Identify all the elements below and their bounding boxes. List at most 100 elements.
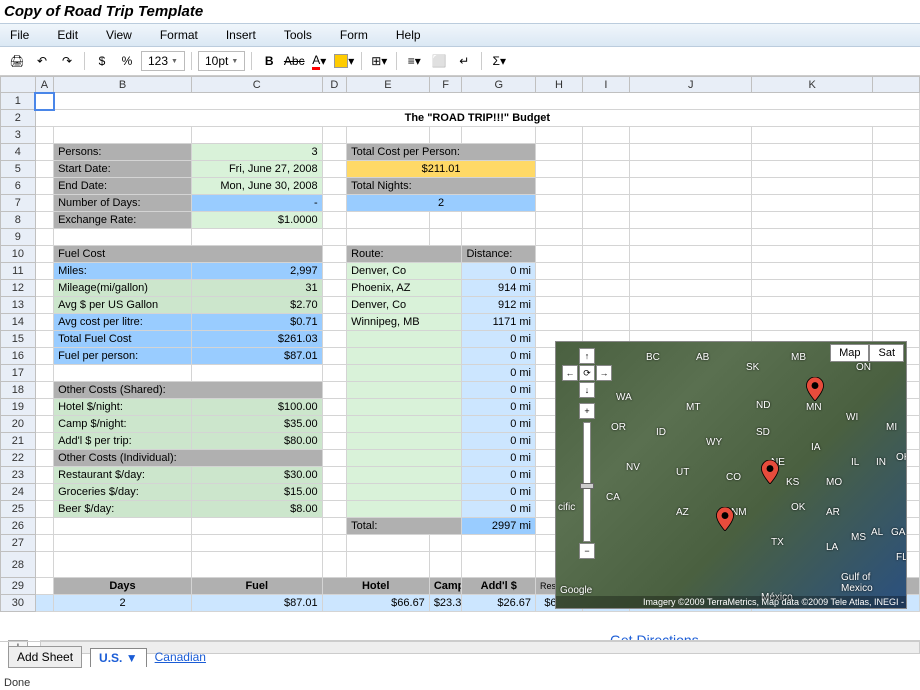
cell-label[interactable]: Hotel $/night: (54, 399, 192, 416)
format-currency[interactable]: $ (91, 50, 113, 72)
borders-icon[interactable]: ⊞▾ (368, 50, 390, 72)
cell-value[interactable]: Mon, June 30, 2008 (191, 178, 322, 195)
cell-label[interactable]: Route: (347, 246, 462, 263)
row-header[interactable]: 4 (1, 144, 36, 161)
cell-value[interactable]: $15.00 (191, 484, 322, 501)
cell-label[interactable]: Exchange Rate: (54, 212, 192, 229)
row-header[interactable]: 28 (1, 552, 36, 578)
route-dist[interactable]: 0 mi (462, 348, 536, 365)
cell-label[interactable]: Restaurant $/day: (54, 467, 192, 484)
row-header[interactable]: 1 (1, 93, 36, 110)
align-icon[interactable]: ≡▾ (403, 50, 425, 72)
cell-label[interactable]: Start Date: (54, 161, 192, 178)
route-dist[interactable]: 0 mi (462, 484, 536, 501)
recenter-icon[interactable]: ⟳ (579, 365, 595, 381)
row-header[interactable]: 2 (1, 110, 36, 127)
row-header[interactable]: 12 (1, 280, 36, 297)
cell-label[interactable]: End Date: (54, 178, 192, 195)
font-size-dropdown[interactable]: 10pt (198, 51, 245, 71)
menu-format[interactable]: Format (160, 28, 198, 42)
map-marker-icon[interactable] (716, 507, 734, 531)
route-place[interactable]: Denver, Co (347, 263, 462, 280)
row-header[interactable]: 25 (1, 501, 36, 518)
summary-header[interactable]: Camping (429, 578, 462, 595)
route-place[interactable] (347, 501, 462, 518)
text-color-icon[interactable]: A▾ (308, 50, 330, 72)
cell-value[interactable]: 3 (191, 144, 322, 161)
summary-header[interactable]: Add'l $ (462, 578, 536, 595)
cell-value[interactable]: $100.00 (191, 399, 322, 416)
route-place[interactable]: Winnipeg, MB (347, 314, 462, 331)
wrap-icon[interactable]: ↵ (453, 50, 475, 72)
row-header[interactable]: 13 (1, 297, 36, 314)
row-header[interactable]: 22 (1, 450, 36, 467)
cell-value[interactable]: 2,997 (191, 263, 322, 280)
route-place[interactable] (347, 365, 462, 382)
cell[interactable] (35, 93, 53, 110)
cell-label[interactable]: Total Cost per Person: (347, 144, 536, 161)
summary-value[interactable]: $66.67 (322, 595, 429, 612)
row-header[interactable]: 30 (1, 595, 36, 612)
row-header[interactable]: 6 (1, 178, 36, 195)
summary-value[interactable]: $23.33 (429, 595, 462, 612)
row-header[interactable]: 19 (1, 399, 36, 416)
cell-label[interactable]: Total: (347, 518, 462, 535)
col-header[interactable]: H (536, 77, 583, 93)
zoom-slider[interactable] (583, 422, 591, 542)
cell-label[interactable]: Groceries $/day: (54, 484, 192, 501)
col-header[interactable]: D (322, 77, 347, 93)
cell-label[interactable]: Mileage(mi/gallon) (54, 280, 192, 297)
route-dist[interactable]: 0 mi (462, 467, 536, 484)
add-sheet-button[interactable]: Add Sheet (8, 646, 82, 668)
row-header[interactable]: 23 (1, 467, 36, 484)
map-tab-sat[interactable]: Sat (869, 344, 904, 362)
route-dist[interactable]: 0 mi (462, 416, 536, 433)
menu-tools[interactable]: Tools (284, 28, 312, 42)
cell-label[interactable]: Beer $/day: (54, 501, 192, 518)
row-header[interactable]: 9 (1, 229, 36, 246)
col-header[interactable]: G (462, 77, 536, 93)
cell-label[interactable]: Fuel Cost (54, 246, 323, 263)
cell-value[interactable]: Fri, June 27, 2008 (191, 161, 322, 178)
route-place[interactable] (347, 348, 462, 365)
route-dist[interactable]: 914 mi (462, 280, 536, 297)
formula-icon[interactable]: Σ▾ (488, 50, 510, 72)
route-place[interactable] (347, 399, 462, 416)
zoom-out-icon[interactable]: − (579, 543, 595, 559)
map-marker-icon[interactable] (806, 377, 824, 401)
route-place[interactable] (347, 331, 462, 348)
cell-label[interactable]: Distance: (462, 246, 536, 263)
cell-label[interactable]: Miles: (54, 263, 192, 280)
route-place[interactable] (347, 416, 462, 433)
cell-value[interactable]: $1.0000 (191, 212, 322, 229)
route-dist[interactable]: 0 mi (462, 331, 536, 348)
cell-value[interactable]: 31 (191, 280, 322, 297)
col-header[interactable]: E (347, 77, 430, 93)
sheet-tab[interactable]: Canadian (155, 650, 206, 664)
cell-label[interactable]: Number of Days: (54, 195, 192, 212)
route-dist[interactable]: 912 mi (462, 297, 536, 314)
route-dist[interactable]: 0 mi (462, 399, 536, 416)
cell-value[interactable]: $35.00 (191, 416, 322, 433)
route-place[interactable] (347, 484, 462, 501)
route-place[interactable]: Phoenix, AZ (347, 280, 462, 297)
cell-label[interactable]: Camp $/night: (54, 416, 192, 433)
row-header[interactable]: 14 (1, 314, 36, 331)
cell-value[interactable]: $2.70 (191, 297, 322, 314)
map-tab-map[interactable]: Map (830, 344, 869, 362)
summary-header[interactable]: Fuel (191, 578, 322, 595)
route-dist[interactable]: 0 mi (462, 365, 536, 382)
cell-value[interactable]: $261.03 (191, 331, 322, 348)
row-header[interactable]: 11 (1, 263, 36, 280)
col-header[interactable]: B (54, 77, 192, 93)
pan-down-icon[interactable]: ↓ (579, 382, 595, 398)
row-header[interactable]: 10 (1, 246, 36, 263)
route-total[interactable]: 2997 mi (462, 518, 536, 535)
merge-icon[interactable]: ⬜ (428, 50, 450, 72)
row-header[interactable]: 24 (1, 484, 36, 501)
zoom-in-icon[interactable]: + (579, 403, 595, 419)
row-header[interactable]: 5 (1, 161, 36, 178)
route-dist[interactable]: 0 mi (462, 263, 536, 280)
col-header[interactable] (872, 77, 919, 93)
row-header[interactable]: 17 (1, 365, 36, 382)
